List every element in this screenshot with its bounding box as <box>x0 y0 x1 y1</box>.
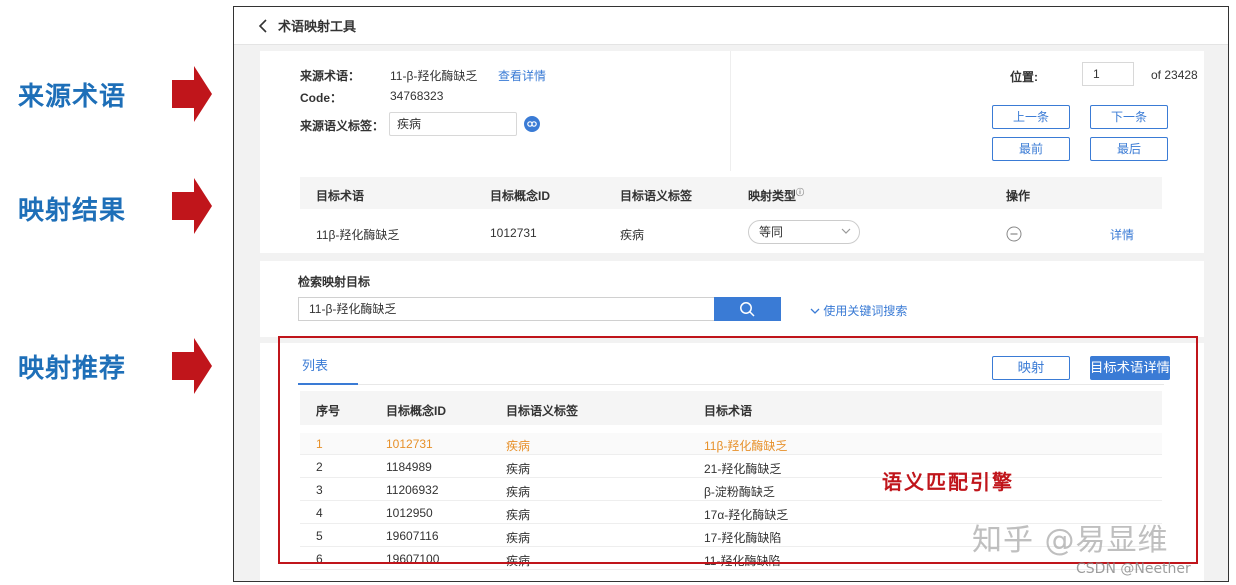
source-term-value: 11-β-羟化酶缺乏 <box>390 69 478 83</box>
search-icon <box>740 302 755 317</box>
search-button[interactable] <box>714 297 781 321</box>
code-value: 34768323 <box>390 89 444 103</box>
map-type-value: 等同 <box>759 225 784 239</box>
back-chevron-icon[interactable] <box>256 18 270 33</box>
position-label: 位置: <box>1010 70 1038 84</box>
column-header: 目标术语 <box>316 189 365 203</box>
annotation-source-term: 来源术语 <box>18 82 127 112</box>
position-input[interactable]: 1 <box>1082 62 1134 86</box>
arrow-right-icon <box>172 338 212 394</box>
watermark-sub: CSDN @Neether <box>1076 561 1191 577</box>
title-bar: 术语映射工具 <box>234 7 1228 45</box>
chevron-down-icon <box>810 308 820 314</box>
source-term-label: 来源术语： <box>300 69 361 83</box>
last-button[interactable]: 最后 <box>1090 137 1168 161</box>
result-table-header: 目标术语 目标概念ID 目标语义标签 映射类型ⓘ 操作 <box>300 177 1162 209</box>
search-panel: 检索映射目标 11-β-羟化酶缺乏 使用关键词搜索 <box>260 261 1204 337</box>
link-icon[interactable] <box>524 116 540 132</box>
semantic-engine-label: 语义匹配引擎 <box>882 470 1014 494</box>
keyword-search-link[interactable]: 使用关键词搜索 <box>810 302 907 319</box>
source-term-panel: 来源术语： 11-β-羟化酶缺乏 查看详情 Code： 34768323 来源语… <box>260 51 1204 171</box>
result-concept-id: 1012731 <box>490 226 537 240</box>
annotation-mapping-recommend: 映射推荐 <box>18 354 127 384</box>
source-tag-label: 来源语义标签： <box>300 119 385 133</box>
page-title: 术语映射工具 <box>278 19 357 34</box>
code-label: Code： <box>300 91 343 105</box>
divider <box>730 51 731 171</box>
total-count: of 23428 <box>1151 68 1198 82</box>
chevron-down-icon <box>841 228 851 234</box>
keyword-search-label: 使用关键词搜索 <box>823 304 908 318</box>
next-button[interactable]: 下一条 <box>1090 105 1168 129</box>
watermark: 知乎 @易显维 <box>972 523 1169 558</box>
arrow-right-icon <box>172 66 212 122</box>
arrow-right-icon <box>172 178 212 234</box>
remove-circle-icon[interactable] <box>1006 226 1022 242</box>
map-type-select[interactable]: 等同 <box>748 220 860 244</box>
column-header: 映射类型ⓘ <box>748 188 805 203</box>
column-header: 目标概念ID <box>490 189 551 203</box>
first-button[interactable]: 最前 <box>992 137 1070 161</box>
mapping-result-panel: 目标术语 目标概念ID 目标语义标签 映射类型ⓘ 操作 11β-羟化酶缺乏 10… <box>260 171 1204 253</box>
result-semantic-tag: 疾病 <box>620 228 645 242</box>
search-label: 检索映射目标 <box>298 275 371 289</box>
annotation-mapping-result: 映射结果 <box>18 196 127 226</box>
column-header: 操作 <box>1006 189 1031 203</box>
source-tag-input[interactable]: 疾病 <box>389 112 517 136</box>
result-target-term: 11β-羟化酶缺乏 <box>316 228 400 242</box>
result-detail-link[interactable]: 详情 <box>1110 226 1134 243</box>
info-icon: ⓘ <box>796 188 805 197</box>
column-header: 目标语义标签 <box>620 189 693 203</box>
search-input[interactable]: 11-β-羟化酶缺乏 <box>298 297 714 321</box>
view-detail-link[interactable]: 查看详情 <box>498 67 546 84</box>
prev-button[interactable]: 上一条 <box>992 105 1070 129</box>
